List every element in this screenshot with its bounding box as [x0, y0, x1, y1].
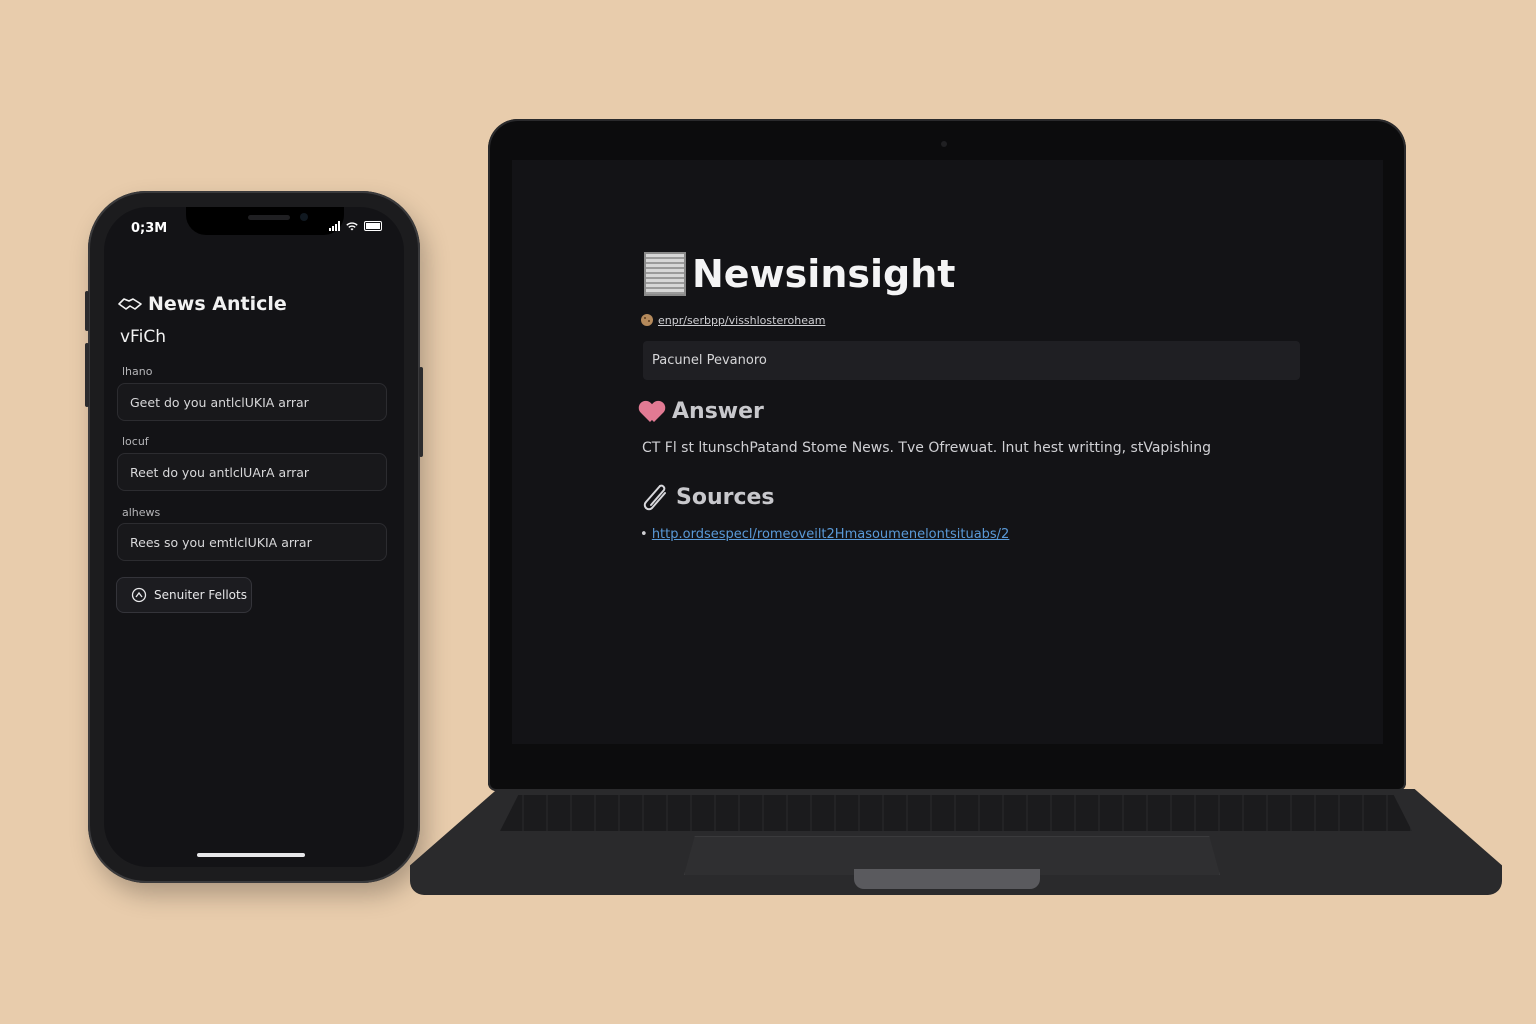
laptop-front-notch — [854, 869, 1040, 889]
status-icons — [329, 221, 382, 231]
answer-text: CT Fl st ltunschPatand Stome News. Tve O… — [642, 440, 1212, 456]
newspaper-icon — [644, 252, 686, 296]
phone-title-text: News Anticle — [148, 293, 287, 315]
answer-heading-text: Answer — [672, 399, 764, 424]
text-field[interactable]: Rees so you emtlclUKIA arrar — [117, 523, 387, 561]
phone-subtitle: vFiCh — [120, 327, 166, 347]
text-field[interactable]: Geet do you antlclUKIA arrar — [117, 383, 387, 421]
source-link[interactable]: http.ordsespecl/romeoveilt2Hmasoumenelon… — [652, 527, 1010, 542]
battery-icon — [364, 221, 382, 231]
answer-heading: Answer — [640, 399, 764, 424]
filter-icon — [131, 587, 147, 603]
source-list-item: • http.ordsespecl/romeoveilt2Hmasoumenel… — [640, 527, 1009, 542]
filter-button-label: Senuiter Fellots — [154, 588, 247, 602]
smartphone: 0;3M News Anticle vFiCh lhano Geet do yo… — [85, 191, 423, 883]
phone-notch — [186, 207, 344, 235]
paperclip-icon — [643, 484, 666, 511]
field-label: lhano — [122, 365, 153, 378]
wifi-icon — [346, 221, 358, 230]
status-time: 0;3M — [131, 221, 168, 236]
search-input[interactable]: Pacunel Pevanoro — [643, 341, 1300, 380]
sources-heading: Sources — [640, 482, 775, 512]
cookie-icon — [641, 314, 653, 326]
laptop-keyboard — [500, 795, 1412, 831]
phone-page-title: News Anticle — [118, 293, 287, 315]
speaker-grille — [248, 215, 290, 220]
front-camera — [300, 213, 308, 221]
phone-power-button — [419, 367, 423, 457]
text-field[interactable]: Reet do you antlclUArA arrar — [117, 453, 387, 491]
laptop-webcam — [941, 141, 947, 147]
field-label: locuf — [122, 435, 149, 448]
filter-button[interactable]: Senuiter Fellots — [116, 577, 252, 613]
field-label: alhews — [122, 506, 161, 519]
home-indicator[interactable] — [197, 853, 305, 857]
phone-screen: 0;3M News Anticle vFiCh lhano Geet do yo… — [104, 207, 404, 867]
heart-icon — [640, 402, 664, 422]
phone-side-button — [85, 291, 89, 331]
signal-icon — [329, 221, 340, 231]
phone-volume-button — [85, 343, 89, 407]
source-bullet: • — [640, 527, 648, 542]
app-url-link[interactable]: enpr/serbpp/visshlosteroheam — [640, 313, 825, 327]
sources-heading-text: Sources — [676, 484, 775, 510]
app-title-text: Newsinsight — [692, 252, 956, 296]
handshake-icon — [118, 298, 142, 310]
app-url-text: enpr/serbpp/visshlosteroheam — [658, 313, 826, 327]
app-title: Newsinsight — [644, 252, 955, 296]
